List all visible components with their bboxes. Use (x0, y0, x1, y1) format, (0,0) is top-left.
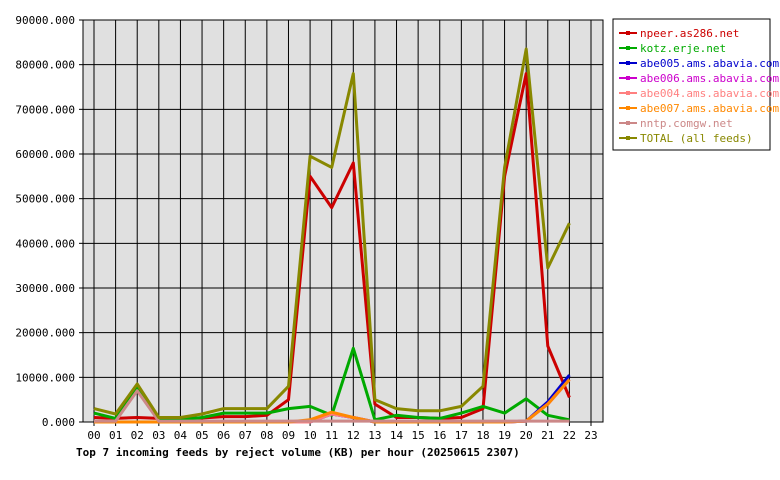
legend-label-abe004-ams-abavia-com: abe004.ams.abavia.com (640, 87, 779, 100)
x-tick-label: 09 (282, 429, 295, 442)
legend-label-kotz-erje-net: kotz.erje.net (640, 42, 726, 55)
legend-marker (626, 46, 630, 50)
x-tick-label: 08 (260, 429, 273, 442)
x-tick-label: 15 (412, 429, 425, 442)
y-tick-label: 60000.000 (15, 148, 75, 161)
legend-marker (626, 121, 630, 125)
x-tick-label: 01 (109, 429, 122, 442)
legend-label-nntp-comgw-net: nntp.comgw.net (640, 117, 733, 130)
x-tick-label: 17 (455, 429, 468, 442)
legend: npeer.as286.net kotz.erje.net abe005.ams.a… (612, 18, 779, 151)
legend-marker (626, 76, 630, 80)
legend-marker (626, 61, 630, 65)
y-tick-label: 20000.000 (15, 327, 75, 340)
y-tick-label: 30000.000 (15, 282, 75, 295)
y-tick-label: 80000.000 (15, 59, 75, 72)
y-tick-label: 90000.000 (15, 14, 75, 27)
x-tick-label: 22 (563, 429, 576, 442)
x-tick-label: 18 (476, 429, 489, 442)
y-tick-label: 50000.000 (15, 193, 75, 206)
x-tick-label: 16 (433, 429, 446, 442)
x-tick-label: 19 (498, 429, 511, 442)
legend-label-npeer-as286-net: npeer.as286.net (640, 27, 739, 40)
legend-marker (626, 91, 630, 95)
y-tick-label: 0.000 (42, 416, 75, 429)
legend-marker (626, 31, 630, 35)
y-tick-label: 10000.000 (15, 371, 75, 384)
y-tick-label: 70000.000 (15, 103, 75, 116)
x-tick-label: 03 (152, 429, 165, 442)
line-chart: 0.000 10000.000 20000.000 30000.000 40000.00… (15, 14, 779, 459)
y-tick-label: 40000.000 (15, 237, 75, 250)
x-tick-label: 21 (541, 429, 554, 442)
legend-label-total-all-feeds: TOTAL (all feeds) (640, 132, 753, 145)
legend-marker (626, 106, 630, 110)
legend-marker (626, 136, 630, 140)
x-tick-label: 06 (217, 429, 230, 442)
x-tick-label: 13 (368, 429, 381, 442)
x-tick-label: 20 (520, 429, 533, 442)
x-tick-label: 23 (584, 429, 597, 442)
x-tick-label: 05 (195, 429, 208, 442)
legend-label-abe005-ams-abavia-com: abe005.ams.abavia.com (640, 57, 779, 70)
y-axis-ticks: 0.000 10000.000 20000.000 30000.000 40000.00… (15, 14, 83, 429)
x-tick-label: 07 (239, 429, 252, 442)
legend-label-abe007-ams-abavia-com: abe007.ams.abavia.com (640, 102, 779, 115)
x-axis-ticks: 00 01 02 03 04 05 06 07 08 09 10 11 12 13 14 15 16 17 18 19… (87, 422, 598, 442)
x-tick-label: 10 (303, 429, 316, 442)
legend-label-abe006-ams-abavia-com: abe006.ams.abavia.com (640, 72, 779, 85)
x-tick-label: 14 (390, 429, 404, 442)
chart-title: Top 7 incoming feeds by reject volume (K… (76, 446, 520, 459)
x-tick-label: 00 (87, 429, 100, 442)
x-tick-label: 02 (131, 429, 144, 442)
x-tick-label: 11 (325, 429, 338, 442)
x-tick-label: 12 (347, 429, 360, 442)
x-tick-label: 04 (174, 429, 188, 442)
